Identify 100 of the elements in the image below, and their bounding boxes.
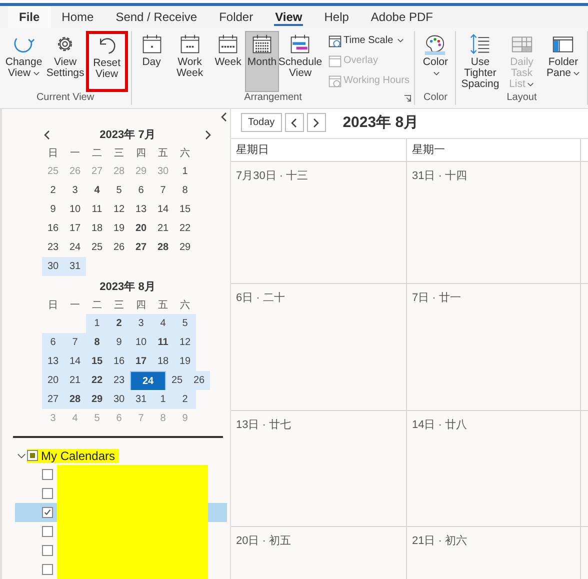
- day-cell[interactable]: 20日 · 初五: [231, 527, 407, 579]
- checkbox[interactable]: [27, 450, 38, 461]
- checkbox[interactable]: [42, 469, 53, 480]
- date-cell[interactable]: 28: [64, 390, 86, 409]
- date-cell[interactable]: 25: [86, 238, 108, 257]
- day-cell[interactable]: 13日 · 廿七: [231, 411, 407, 526]
- date-cell[interactable]: 4: [152, 314, 174, 333]
- date-cell[interactable]: 13: [42, 352, 64, 371]
- checkbox[interactable]: [42, 507, 53, 518]
- date-cell[interactable]: 30: [42, 257, 64, 276]
- date-cell[interactable]: 18: [152, 352, 174, 371]
- date-cell[interactable]: 29: [86, 390, 108, 409]
- date-cell[interactable]: 8: [174, 181, 196, 200]
- date-cell[interactable]: 24: [130, 371, 166, 392]
- day-cell[interactable]: 14日 · 廿八: [407, 411, 581, 526]
- date-cell[interactable]: 21: [64, 371, 86, 390]
- date-cell[interactable]: 26: [188, 371, 210, 390]
- date-cell[interactable]: 28: [152, 238, 174, 257]
- date-cell[interactable]: 16: [42, 219, 64, 238]
- date-cell[interactable]: 2: [174, 390, 196, 409]
- ribbon-button[interactable]: Use Tighter Spacing: [459, 31, 501, 92]
- date-cell[interactable]: 16: [108, 352, 130, 371]
- date-cell[interactable]: 1: [152, 390, 174, 409]
- ribbon-button[interactable]: Week: [211, 31, 246, 92]
- date-cell[interactable]: 14: [64, 352, 86, 371]
- day-cell[interactable]: 7月30日 · 十三: [231, 162, 407, 283]
- date-cell[interactable]: 2: [42, 181, 64, 200]
- date-cell[interactable]: 9: [108, 333, 130, 352]
- day-cell[interactable]: 7日 · 廿一: [407, 284, 581, 410]
- date-cell[interactable]: 29: [174, 238, 196, 257]
- ribbon-button[interactable]: Change View: [3, 31, 45, 92]
- ribbon-button[interactable]: Reset View: [86, 31, 128, 92]
- date-cell[interactable]: 11: [86, 200, 108, 219]
- date-cell[interactable]: 12: [174, 333, 196, 352]
- date-cell[interactable]: 23: [42, 238, 64, 257]
- date-cell[interactable]: 22: [174, 219, 196, 238]
- date-cell[interactable]: 5: [108, 181, 130, 200]
- date-cell[interactable]: 7: [64, 333, 86, 352]
- day-cell[interactable]: 31日 · 十四: [407, 162, 581, 283]
- date-cell[interactable]: 2: [108, 314, 130, 333]
- next-button[interactable]: [306, 113, 326, 132]
- date-cell[interactable]: 11: [152, 333, 174, 352]
- date-cell[interactable]: 10: [64, 200, 86, 219]
- ribbon-button[interactable]: Work Week: [168, 31, 212, 92]
- ribbon-button[interactable]: Day: [134, 31, 169, 92]
- ribbon-tab[interactable]: View: [264, 6, 314, 28]
- date-cell[interactable]: 21: [152, 219, 174, 238]
- date-cell[interactable]: 27: [130, 238, 152, 257]
- ribbon-button[interactable]: Folder Pane: [542, 31, 584, 92]
- date-cell[interactable]: 19: [174, 352, 196, 371]
- day-cell[interactable]: 6日 · 二十: [231, 284, 407, 410]
- date-cell[interactable]: 20: [42, 371, 64, 390]
- date-cell[interactable]: 7: [152, 181, 174, 200]
- ribbon-tab[interactable]: Send / Receive: [104, 6, 208, 28]
- day-cell[interactable]: 21日 · 初六: [407, 527, 581, 579]
- expand-chevron-icon[interactable]: [17, 452, 26, 458]
- date-cell[interactable]: 3: [64, 181, 86, 200]
- checkbox[interactable]: [42, 526, 53, 537]
- date-cell[interactable]: 30: [108, 390, 130, 409]
- date-cell[interactable]: 31: [130, 390, 152, 409]
- checkbox[interactable]: [42, 488, 53, 499]
- date-cell[interactable]: 18: [86, 219, 108, 238]
- date-cell[interactable]: 6: [42, 333, 64, 352]
- ribbon-button[interactable]: Time Scale: [326, 31, 412, 50]
- date-cell[interactable]: 12: [108, 200, 130, 219]
- dialog-launcher-icon[interactable]: [404, 95, 412, 102]
- date-cell[interactable]: 8: [86, 333, 108, 352]
- date-cell[interactable]: 9: [42, 200, 64, 219]
- date-cell[interactable]: 25: [166, 371, 188, 390]
- checkbox[interactable]: [42, 545, 53, 556]
- ribbon-button[interactable]: Color: [418, 31, 452, 92]
- collapse-icon[interactable]: [221, 112, 227, 122]
- date-cell[interactable]: 6: [130, 181, 152, 200]
- ribbon-tab[interactable]: Help: [313, 6, 360, 28]
- date-cell[interactable]: 27: [42, 390, 64, 409]
- date-cell[interactable]: 17: [64, 219, 86, 238]
- date-cell[interactable]: 22: [86, 371, 108, 390]
- date-cell[interactable]: 1: [86, 314, 108, 333]
- ribbon-button[interactable]: Month: [245, 31, 280, 92]
- previous-month-icon[interactable]: [44, 130, 50, 140]
- ribbon-button[interactable]: Schedule View: [279, 31, 322, 92]
- date-cell[interactable]: 26: [108, 238, 130, 257]
- today-button[interactable]: Today: [241, 113, 282, 132]
- ribbon-tab[interactable]: Adobe PDF: [360, 6, 444, 28]
- date-cell[interactable]: 17: [130, 352, 152, 371]
- ribbon-tab[interactable]: Folder: [208, 6, 264, 28]
- date-cell[interactable]: 13: [130, 200, 152, 219]
- date-cell[interactable]: 4: [86, 181, 108, 200]
- date-cell[interactable]: 10: [130, 333, 152, 352]
- date-cell[interactable]: 24: [64, 238, 86, 257]
- previous-button[interactable]: [284, 113, 304, 132]
- date-cell[interactable]: 5: [174, 314, 196, 333]
- date-cell[interactable]: 31: [64, 257, 86, 276]
- date-cell[interactable]: 19: [108, 219, 130, 238]
- next-month-icon[interactable]: [205, 130, 212, 140]
- date-cell[interactable]: 3: [130, 314, 152, 333]
- checkbox[interactable]: [42, 564, 53, 575]
- ribbon-tab[interactable]: File: [8, 6, 51, 28]
- ribbon-tab[interactable]: Home: [50, 6, 105, 28]
- date-cell[interactable]: 23: [108, 371, 130, 390]
